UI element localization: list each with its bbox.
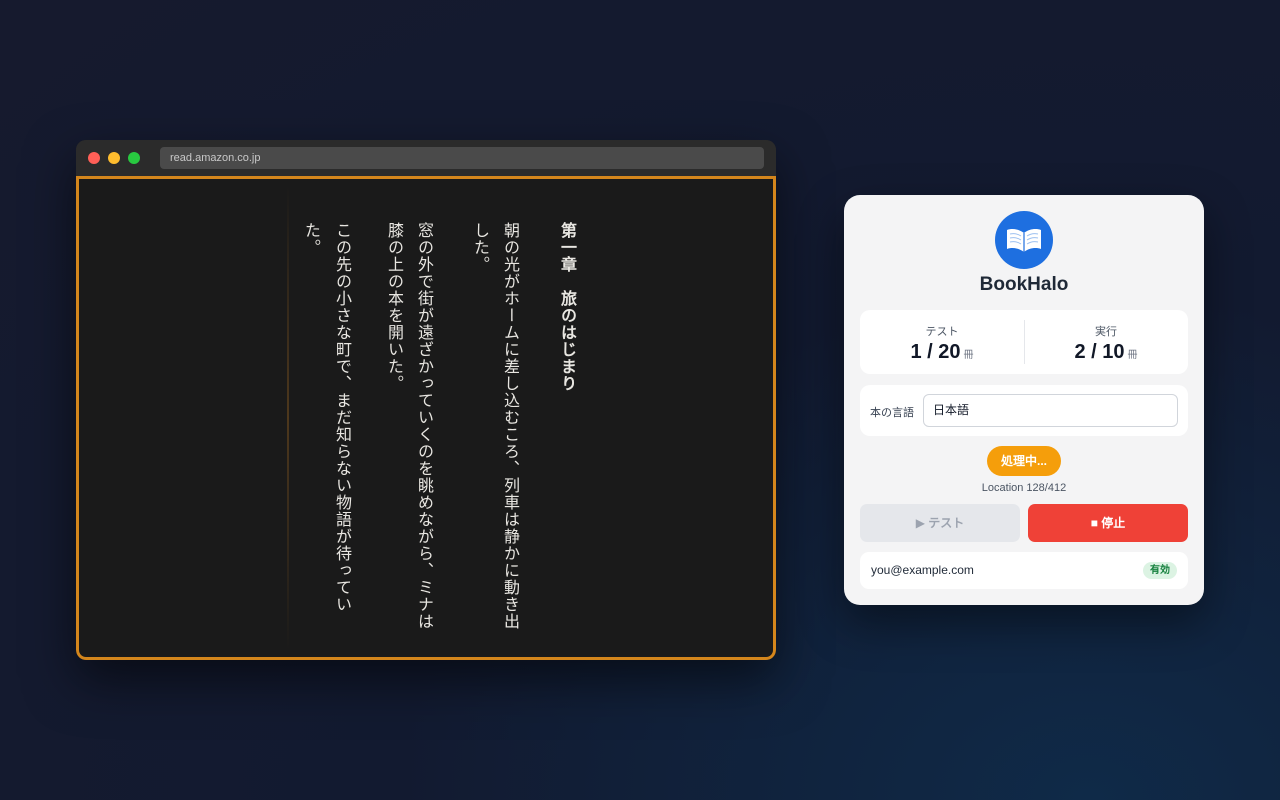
run-stat: 実行 2 / 10 冊 bbox=[1024, 310, 1188, 374]
maximize-window-button[interactable] bbox=[128, 152, 140, 164]
page-gutter-divider bbox=[287, 185, 289, 651]
test-stat: テスト 1 / 20 冊 bbox=[860, 310, 1024, 374]
test-stat-unit: 冊 bbox=[963, 350, 974, 361]
location-indicator: Location 128/412 bbox=[981, 482, 1067, 494]
run-stat-value: 2 / 10 bbox=[1074, 341, 1125, 363]
test-stat-label: テスト bbox=[925, 326, 959, 338]
browser-window: read.amazon.co.jp 第一章 旅のはじまり 朝の光がホームに差し込… bbox=[76, 140, 776, 660]
usage-stats-card: テスト 1 / 20 冊 実行 2 / 10 冊 bbox=[860, 310, 1188, 374]
license-status-badge: 有効 bbox=[1143, 562, 1177, 579]
run-stat-label: 実行 bbox=[1095, 326, 1117, 338]
status-badge: 処理中... bbox=[987, 446, 1061, 476]
run-stat-unit: 冊 bbox=[1127, 350, 1138, 361]
app-name: BookHalo bbox=[979, 274, 1069, 295]
text-line: 朝の光がホームに差し込むころ、列車は静かに動き出 bbox=[501, 222, 520, 630]
minimize-window-button[interactable] bbox=[108, 152, 120, 164]
open-book-icon bbox=[995, 211, 1053, 269]
close-window-button[interactable] bbox=[88, 152, 100, 164]
account-email: you@example.com bbox=[871, 563, 974, 577]
language-label: 本の言語 bbox=[870, 407, 914, 419]
bookhalo-popup: BookHalo テスト 1 / 20 冊 実行 2 / 10 冊 本の言語 日本語… bbox=[844, 195, 1204, 605]
text-line: した。 bbox=[471, 222, 490, 273]
chapter-title: 第一章 旅のはじまり bbox=[558, 222, 577, 392]
text-line: た。 bbox=[302, 222, 321, 256]
browser-titlebar: read.amazon.co.jp bbox=[76, 140, 776, 176]
text-line: 窓の外で街が遠ざかっていくのを眺めながら、ミナは bbox=[415, 222, 434, 630]
test-stat-value: 1 / 20 bbox=[910, 341, 961, 363]
language-select[interactable]: 日本語 bbox=[923, 394, 1178, 427]
kindle-reader-page[interactable]: 第一章 旅のはじまり 朝の光がホームに差し込むころ、列車は静かに動き出 した。 … bbox=[76, 176, 776, 660]
address-bar[interactable]: read.amazon.co.jp bbox=[160, 147, 764, 169]
text-line: 膝の上の本を開いた。 bbox=[385, 222, 404, 392]
language-card: 本の言語 日本語 bbox=[860, 385, 1188, 436]
text-line: この先の小さな町で、まだ知らない物語が待ってい bbox=[333, 222, 352, 613]
test-button[interactable]: ▶ テスト bbox=[860, 504, 1020, 542]
account-card: you@example.com 有効 bbox=[860, 552, 1188, 589]
stop-button[interactable]: ■ 停止 bbox=[1028, 504, 1188, 542]
